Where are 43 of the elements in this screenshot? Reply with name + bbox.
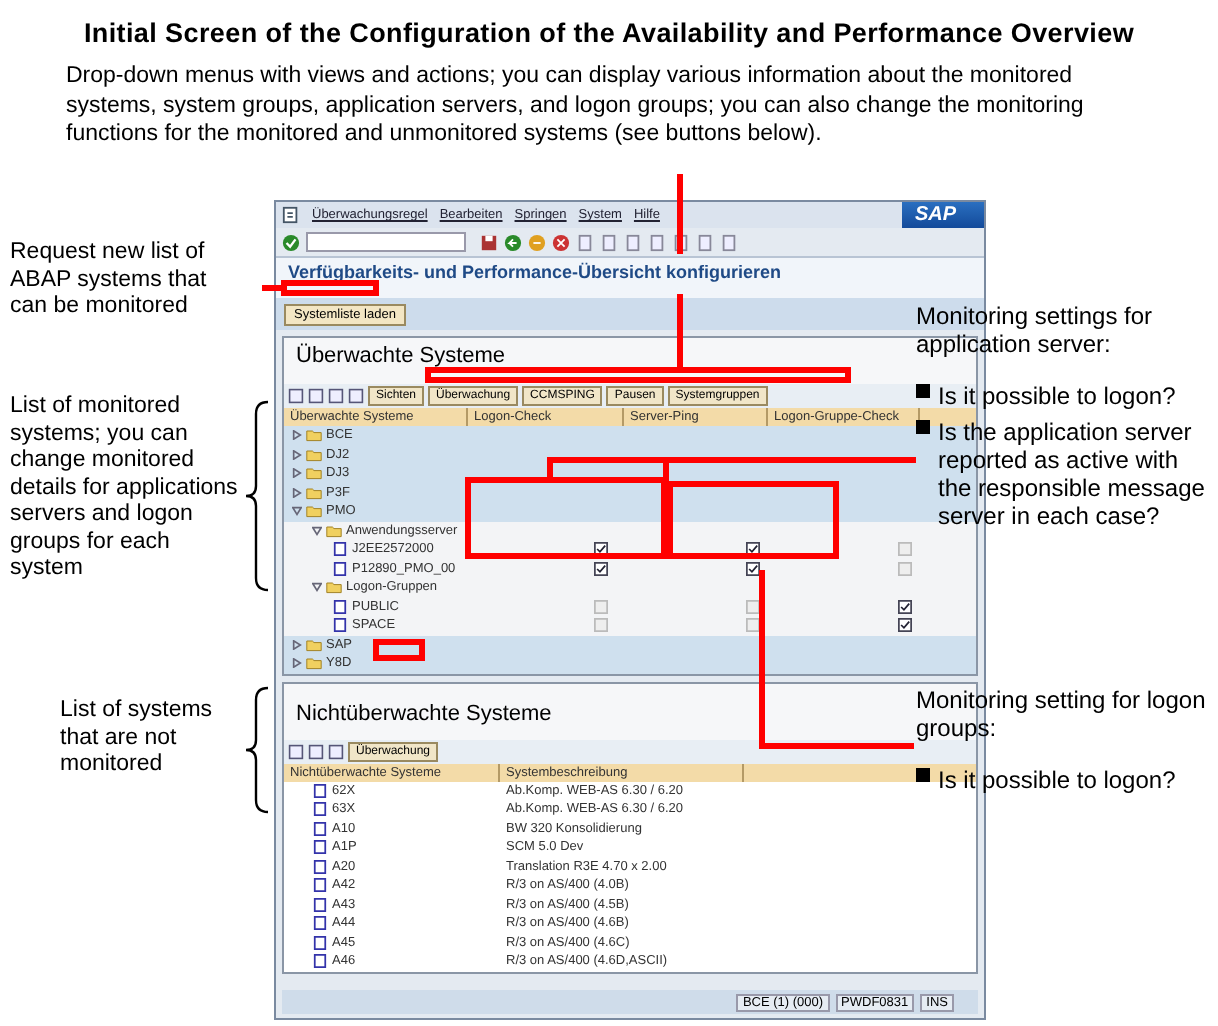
description-text: Drop-down menus with views and actions; you can display various information about the monitored systems, system groups, application servers, and logon groups; you can also change the monitoring functions for the monitored and unmonitored systems (see buttons below). xyxy=(66,62,1086,149)
cancel-icon[interactable] xyxy=(552,233,570,251)
annotation-text: Is it possible to logon? xyxy=(938,382,1178,410)
highlight-frame xyxy=(373,639,425,661)
brace-icon xyxy=(244,686,269,814)
check-icon[interactable] xyxy=(282,233,300,251)
checkbox[interactable] xyxy=(897,542,911,557)
save-icon[interactable] xyxy=(480,233,498,251)
bullet-icon xyxy=(916,420,930,434)
expand-toggle-icon[interactable] xyxy=(292,430,302,441)
checkbox[interactable] xyxy=(745,561,759,576)
annotation-text: List of systems that are not monitored xyxy=(60,698,215,779)
checkbox[interactable] xyxy=(593,618,607,633)
checkbox[interactable] xyxy=(745,618,759,633)
checkbox[interactable] xyxy=(897,561,911,576)
annotation-text: List of monitored systems; you can change monitored details for applications servers and logon groups for each system xyxy=(10,394,240,583)
expand-toggle-icon[interactable] xyxy=(312,525,322,536)
expand-toggle-icon[interactable] xyxy=(292,506,302,517)
checkbox[interactable] xyxy=(593,599,607,614)
expand-toggle-icon[interactable] xyxy=(292,468,302,479)
command-field[interactable] xyxy=(306,232,466,252)
expand-toggle-icon[interactable] xyxy=(292,487,302,498)
expand-toggle-icon[interactable] xyxy=(292,449,302,460)
expand-toggle-icon[interactable] xyxy=(312,582,322,593)
back-icon[interactable] xyxy=(504,233,522,251)
bullet-icon xyxy=(916,384,930,398)
annotation-text: Is it possible to logon? xyxy=(938,766,1178,794)
annotation-text: Request new list of ABAP systems that can be monitored xyxy=(10,240,209,321)
checkbox[interactable] xyxy=(897,599,911,614)
checkbox[interactable] xyxy=(593,561,607,576)
checkbox[interactable] xyxy=(897,618,911,633)
sap-logo: SAP xyxy=(902,202,984,228)
expand-toggle-icon[interactable] xyxy=(292,639,302,650)
figure-title: Initial Screen of the Configuration of the Availability and Performance Overview xyxy=(81,16,1137,48)
brace-icon xyxy=(244,400,269,592)
bullet-icon xyxy=(916,768,930,782)
annotation-text: Monitoring settings for application server: xyxy=(916,302,1155,358)
annotation-text: Is the application server reported as active with the responsible message server in each case? xyxy=(938,418,1207,530)
checkbox[interactable] xyxy=(745,599,759,614)
expand-toggle-icon[interactable] xyxy=(292,658,302,669)
annotation-text: Monitoring setting for logon groups: xyxy=(916,686,1208,742)
screen-title: Verfügbarkeits- und Performance-Übersicht konfigurieren xyxy=(276,258,984,298)
window-menu-icon[interactable] xyxy=(282,206,300,224)
